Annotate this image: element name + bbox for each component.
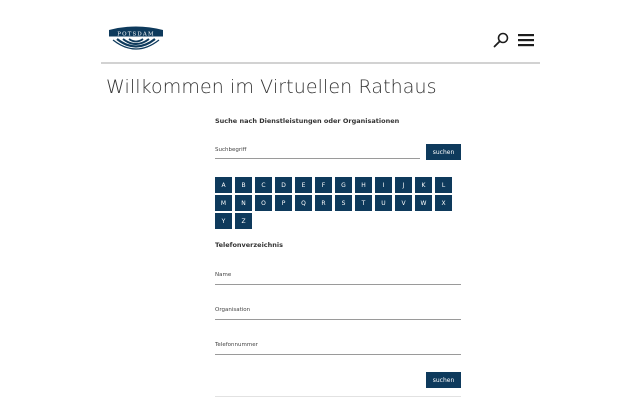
letter-button-j[interactable]: J (395, 177, 412, 193)
letter-button-f[interactable]: F (315, 177, 332, 193)
letter-button-o[interactable]: O (255, 195, 272, 211)
letter-button-k[interactable]: K (415, 177, 432, 193)
letter-button-v[interactable]: V (395, 195, 412, 211)
letter-button-u[interactable]: U (375, 195, 392, 211)
letter-button-i[interactable]: I (375, 177, 392, 193)
letter-button-y[interactable]: Y (215, 213, 232, 229)
letter-button-q[interactable]: Q (295, 195, 312, 211)
letter-button-c[interactable]: C (255, 177, 272, 193)
letter-button-s[interactable]: S (335, 195, 352, 211)
letter-button-p[interactable]: P (275, 195, 292, 211)
search-term-underline (215, 158, 420, 159)
letter-button-n[interactable]: N (235, 195, 252, 211)
letter-button-x[interactable]: X (435, 195, 452, 211)
letter-button-w[interactable]: W (415, 195, 432, 211)
letter-button-b[interactable]: B (235, 177, 252, 193)
letter-button-l[interactable]: L (435, 177, 452, 193)
site-header: POTSDAM (101, 16, 540, 64)
logo-text: POTSDAM (117, 32, 154, 38)
name-underline (215, 284, 461, 285)
organisation-field[interactable]: Organisation (215, 307, 461, 320)
service-search-heading: Suche nach Dienstleistungen oder Organis… (215, 117, 400, 125)
header-divider (101, 62, 540, 64)
search-icon[interactable] (493, 32, 509, 48)
letter-button-z[interactable]: Z (235, 213, 252, 229)
letter-button-r[interactable]: R (315, 195, 332, 211)
letter-button-h[interactable]: H (355, 177, 372, 193)
letter-button-g[interactable]: G (335, 177, 352, 193)
letter-button-t[interactable]: T (355, 195, 372, 211)
bottom-divider (215, 396, 461, 397)
letter-button-a[interactable]: A (215, 177, 232, 193)
page-title: Willkommen im Virtuellen Rathaus (106, 76, 437, 98)
phone-number-underline (215, 354, 461, 355)
name-field[interactable]: Name (215, 272, 461, 285)
phone-number-field[interactable]: Telefonnummer (215, 342, 461, 355)
service-search-button[interactable]: suchen (426, 144, 461, 160)
hamburger-menu-icon[interactable] (517, 32, 535, 48)
phone-search-button[interactable]: suchen (426, 372, 461, 388)
potsdam-logo[interactable]: POTSDAM (107, 24, 165, 56)
search-term-field[interactable]: Suchbegriff (215, 147, 420, 159)
organisation-underline (215, 319, 461, 320)
letter-button-d[interactable]: D (275, 177, 292, 193)
letter-button-e[interactable]: E (295, 177, 312, 193)
letter-button-m[interactable]: M (215, 195, 232, 211)
alphabet-index: ABCDEFGHIJKL MNOPQRSTUVWX YZ (215, 177, 465, 229)
phone-directory-heading: Telefonverzeichnis (215, 241, 284, 249)
